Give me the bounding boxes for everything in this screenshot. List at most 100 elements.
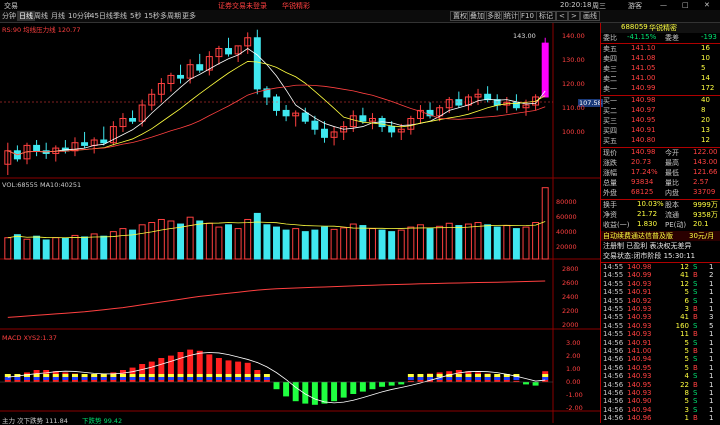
macd-base-marker xyxy=(4,377,11,380)
macd-base-marker xyxy=(427,374,434,377)
notice-text[interactable]: 自动续费通达信普及版 xyxy=(603,231,673,241)
macd-base-marker xyxy=(465,377,472,380)
volume-bar xyxy=(61,237,69,260)
tick-row: 14:56 140.94 5 S 1 xyxy=(601,355,720,363)
tick-volume: 22 xyxy=(680,380,689,389)
chart-svg[interactable] xyxy=(0,23,600,423)
stat-value: 17.24% xyxy=(631,168,658,176)
period-tab[interactable]: 5秒 xyxy=(130,11,141,21)
period-more[interactable]: 更多 xyxy=(182,11,196,21)
volume-bar xyxy=(416,224,424,260)
macd-axis-label: 1.00 xyxy=(566,365,581,373)
mark-button[interactable]: 标记 xyxy=(536,11,556,21)
macd-base-marker xyxy=(446,377,453,380)
candle-body xyxy=(282,109,290,117)
tick-row: 14:55 140.92 6 S 1 xyxy=(601,297,720,305)
bid-row[interactable]: 买四 140.91 13 xyxy=(601,126,720,136)
macd-base-marker xyxy=(215,377,222,380)
ask-row[interactable]: 卖五 141.10 16 xyxy=(601,44,720,54)
bid-row[interactable]: 买二 140.97 8 xyxy=(601,106,720,116)
stat2-value-2: 9999万 xyxy=(693,201,718,209)
tick-volume: 5 xyxy=(684,363,689,372)
bid-label: 买四 xyxy=(603,127,617,135)
bid-row[interactable]: 买一 140.98 40 xyxy=(601,96,720,106)
tick-price: 140.93 xyxy=(627,313,652,322)
macd-base-marker xyxy=(542,374,549,377)
ask-label: 卖一 xyxy=(603,85,617,93)
macd-base-marker xyxy=(187,377,194,380)
period-tab[interactable]: 多周期 xyxy=(160,11,181,21)
weicha-value: -193 xyxy=(701,33,717,41)
tick-direction: S xyxy=(693,389,698,397)
ask-label: 卖五 xyxy=(603,45,617,53)
tick-volume: 3 xyxy=(684,305,689,313)
volume-bar xyxy=(244,218,252,260)
volume-bar xyxy=(522,226,530,260)
draw-button[interactable]: 画线 xyxy=(580,11,600,21)
line-axis-label: 2800 xyxy=(562,265,579,273)
minimize-icon[interactable]: — xyxy=(660,1,667,9)
volume-bar xyxy=(138,224,146,260)
macd-base-marker xyxy=(33,374,40,377)
vol-axis-label: 40000 xyxy=(556,228,577,236)
macd-base-marker xyxy=(119,374,126,377)
volume-bar xyxy=(215,226,223,260)
prev-button[interactable]: < xyxy=(556,11,568,21)
stat2-value: 1.830 xyxy=(637,220,658,228)
ask-row[interactable]: 卖二 141.00 14 xyxy=(601,74,720,84)
candle-body xyxy=(196,64,204,71)
period-tab-active[interactable]: 日线 xyxy=(17,11,35,21)
stat-label-2: 量比 xyxy=(665,179,679,187)
stat2-label-2: 股本 xyxy=(665,201,679,209)
period-tab[interactable]: 季线 xyxy=(113,11,127,21)
bid-row[interactable]: 买五 140.80 12 xyxy=(601,136,720,146)
maximize-icon[interactable]: □ xyxy=(682,1,689,9)
volume-bar xyxy=(52,237,60,260)
stat2-row: 换手 10.03% 股本 9999万 xyxy=(601,200,720,210)
tick-time: 14:55 xyxy=(603,296,624,305)
ask-row[interactable]: 卖四 141.08 10 xyxy=(601,54,720,64)
ask-row[interactable]: 卖三 141.05 5 xyxy=(601,64,720,74)
tick-price: 140.91 xyxy=(627,338,652,347)
tick-row: 14:56 140.90 5 S 1 xyxy=(601,397,720,405)
tick-count: 1 xyxy=(709,355,714,364)
notice-price: 30元/月 xyxy=(689,232,715,240)
candle-body xyxy=(301,112,309,122)
stock-code: 688059 xyxy=(621,23,648,31)
macd-base-marker xyxy=(14,377,21,380)
volume-bar xyxy=(445,222,453,260)
tick-direction: B xyxy=(693,330,698,339)
bid-label: 买三 xyxy=(603,117,617,125)
period-tab[interactable]: 45日线 xyxy=(90,11,113,21)
ask-row[interactable]: 卖一 140.99 172 xyxy=(601,84,720,94)
tick-direction: B xyxy=(693,363,698,372)
stat-label: 外盘 xyxy=(603,189,617,197)
tick-price: 140.91 xyxy=(627,288,652,297)
candle-body xyxy=(273,96,280,111)
bid-row[interactable]: 买三 140.95 20 xyxy=(601,116,720,126)
tick-count: 1 xyxy=(709,414,714,423)
macd-base-marker xyxy=(177,377,184,380)
f10-button[interactable]: F10 xyxy=(518,11,537,21)
chart-area[interactable]: RS:90 均线压力线 120.77 VOL:68555 MA10:40251 … xyxy=(0,23,603,425)
notice-row[interactable]: 自动续费通达信普及版 30元/月 xyxy=(601,231,720,241)
macd-base-marker xyxy=(81,377,88,380)
stat-value: 93834 xyxy=(631,178,654,186)
macd-base-marker xyxy=(81,374,88,377)
period-tab[interactable]: 15秒 xyxy=(144,11,160,21)
next-button[interactable]: > xyxy=(568,11,580,21)
stat-label: 现价 xyxy=(603,149,617,157)
period-tab[interactable]: 10分钟 xyxy=(68,11,91,21)
macd-base-marker xyxy=(417,374,424,377)
tick-volume: 6 xyxy=(684,296,689,305)
price-axis-label: 100.00 xyxy=(562,128,585,136)
volume-bar xyxy=(23,238,31,260)
period-tab[interactable]: 周线 xyxy=(34,11,48,21)
period-tab[interactable]: 分钟 xyxy=(2,11,16,21)
macd-axis-label: -1.00 xyxy=(566,391,583,399)
close-icon[interactable]: ✕ xyxy=(704,1,710,9)
period-tab[interactable]: 月线 xyxy=(51,11,65,21)
macd-base-marker xyxy=(484,374,491,377)
macd-bar xyxy=(340,382,347,398)
macd-axis-label: 0.00 xyxy=(566,378,581,386)
